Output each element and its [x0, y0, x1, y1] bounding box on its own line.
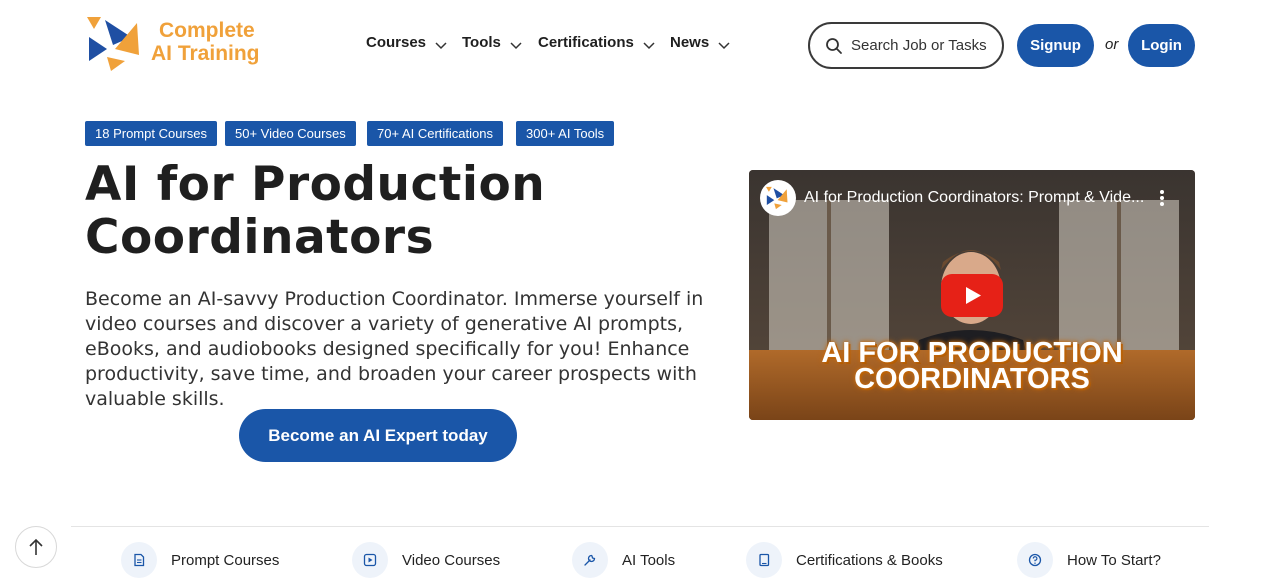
nav-item-tools[interactable]: Tools [462, 34, 523, 51]
or-separator: or [1105, 36, 1119, 53]
nav-label: Certifications [538, 34, 634, 51]
bottom-nav-label: Video Courses [402, 551, 501, 569]
hero-description: Become an AI-savvy Production Coordinato… [85, 288, 704, 410]
nav-label: Tools [462, 34, 501, 51]
bottom-nav-ai-tools[interactable]: AI Tools [572, 542, 675, 578]
arrow-up-icon [29, 538, 43, 555]
tag-video-courses[interactable]: 50+ Video Courses [225, 121, 356, 146]
site-header: Complete AI Training Courses Tools Certi… [0, 0, 1280, 92]
bottom-nav-video-courses[interactable]: Video Courses [352, 542, 500, 578]
nav-item-certifications[interactable]: Certifications [538, 34, 656, 51]
chevron-down-icon [434, 38, 448, 52]
nav-item-news[interactable]: News [670, 34, 731, 51]
bottom-nav-how-to-start[interactable]: How To Start? [1017, 542, 1161, 578]
logo-mark-icon [766, 186, 788, 210]
chevron-down-icon [717, 38, 731, 52]
more-options-icon[interactable] [1155, 188, 1169, 208]
scroll-to-top-button[interactable] [15, 526, 57, 568]
wrench-icon [572, 542, 608, 578]
play-square-icon [352, 542, 388, 578]
search-placeholder: Search Job or Tasks [851, 37, 987, 54]
logo-mark-icon [87, 17, 139, 71]
video-player[interactable]: AI for Production Coordinators: Prompt &… [749, 170, 1195, 420]
tag-ai-tools[interactable]: 300+ AI Tools [516, 121, 615, 146]
play-button-icon[interactable] [941, 274, 1003, 317]
nav-item-courses[interactable]: Courses [366, 34, 448, 51]
bottom-nav-prompt-courses[interactable]: Prompt Courses [121, 542, 279, 578]
bottom-nav-label: AI Tools [622, 551, 676, 569]
section-divider [71, 526, 1209, 527]
overlay-line2: COORDINATORS [854, 363, 1090, 395]
tag-ai-certifications[interactable]: 70+ AI Certifications [367, 121, 503, 146]
page-title: AI for Production Coordinators [85, 157, 546, 265]
chevron-down-icon [642, 38, 656, 52]
bottom-nav-label: How To Start? [1067, 551, 1161, 569]
video-overlay-text: AI FOR PRODUCTION COORDINATORS [749, 339, 1195, 395]
nav-label: News [670, 34, 710, 51]
login-button[interactable]: Login [1128, 24, 1195, 67]
brand-logo[interactable]: Complete AI Training [85, 15, 265, 73]
brand-name: Complete AI Training [151, 19, 260, 65]
bottom-nav-certifications-books[interactable]: Certifications & Books [746, 542, 943, 578]
video-title[interactable]: AI for Production Coordinators: Prompt &… [804, 189, 1144, 207]
bottom-nav-label: Certifications & Books [796, 551, 943, 569]
book-icon [746, 542, 782, 578]
document-icon [121, 542, 157, 578]
become-expert-button[interactable]: Become an AI Expert today [239, 409, 517, 462]
tag-prompt-courses[interactable]: 18 Prompt Courses [85, 121, 217, 146]
search-input[interactable]: Search Job or Tasks [808, 22, 1004, 69]
chevron-down-icon [509, 38, 523, 52]
brand-line2: AI Training [151, 42, 260, 65]
channel-avatar[interactable] [760, 180, 796, 216]
search-icon [826, 37, 842, 54]
bottom-nav-label: Prompt Courses [171, 551, 280, 569]
nav-label: Courses [366, 34, 427, 51]
question-circle-icon [1017, 542, 1053, 578]
brand-line1: Complete [159, 19, 255, 42]
signup-button[interactable]: Signup [1017, 24, 1094, 67]
